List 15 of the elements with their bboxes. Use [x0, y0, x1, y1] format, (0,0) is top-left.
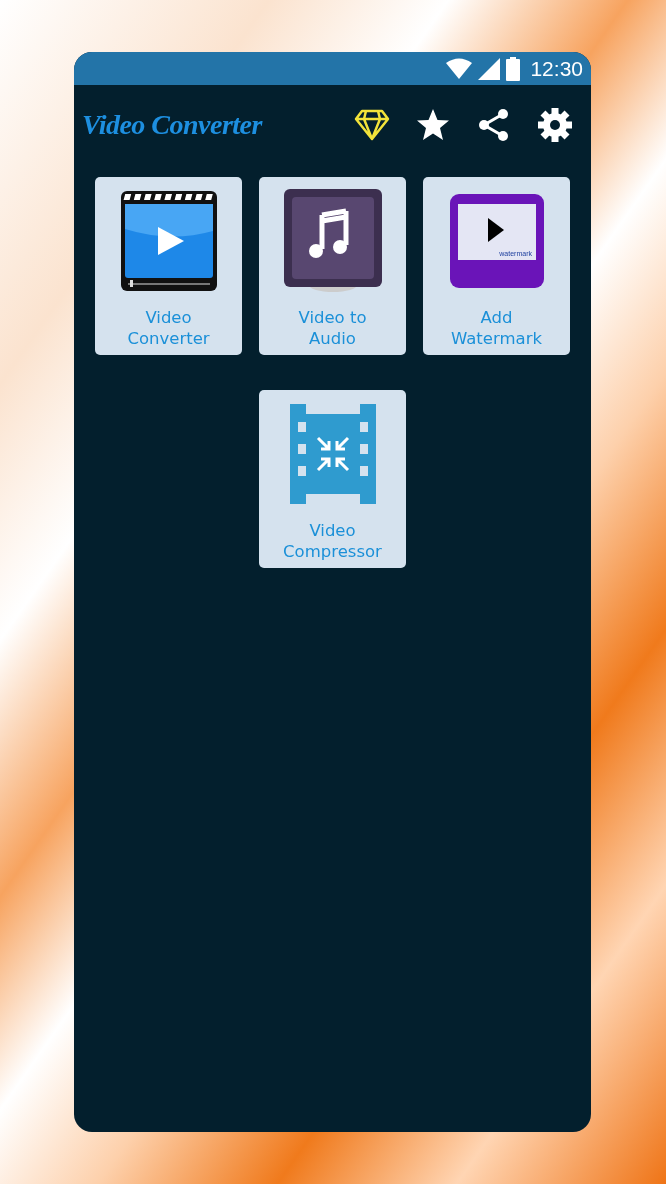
- settings-icon[interactable]: [537, 107, 573, 143]
- film-compress-icon: [289, 404, 376, 504]
- tool-tile[interactable]: Video to Audio: [259, 177, 406, 355]
- tool-tile[interactable]: Video Compressor: [259, 390, 406, 568]
- diamond-icon[interactable]: [354, 107, 390, 143]
- signal-icon: [478, 57, 501, 80]
- watermark-video-icon: [449, 194, 544, 288]
- music-note-icon: [283, 189, 382, 293]
- app-title: Video Converter: [82, 109, 264, 141]
- film-play-icon: [119, 191, 218, 291]
- tool-tile[interactable]: Video Converter: [95, 177, 242, 355]
- star-icon[interactable]: [415, 107, 451, 143]
- battery-icon: [506, 56, 521, 81]
- clock-time: 12:30: [530, 56, 583, 81]
- wifi-icon: [446, 57, 473, 80]
